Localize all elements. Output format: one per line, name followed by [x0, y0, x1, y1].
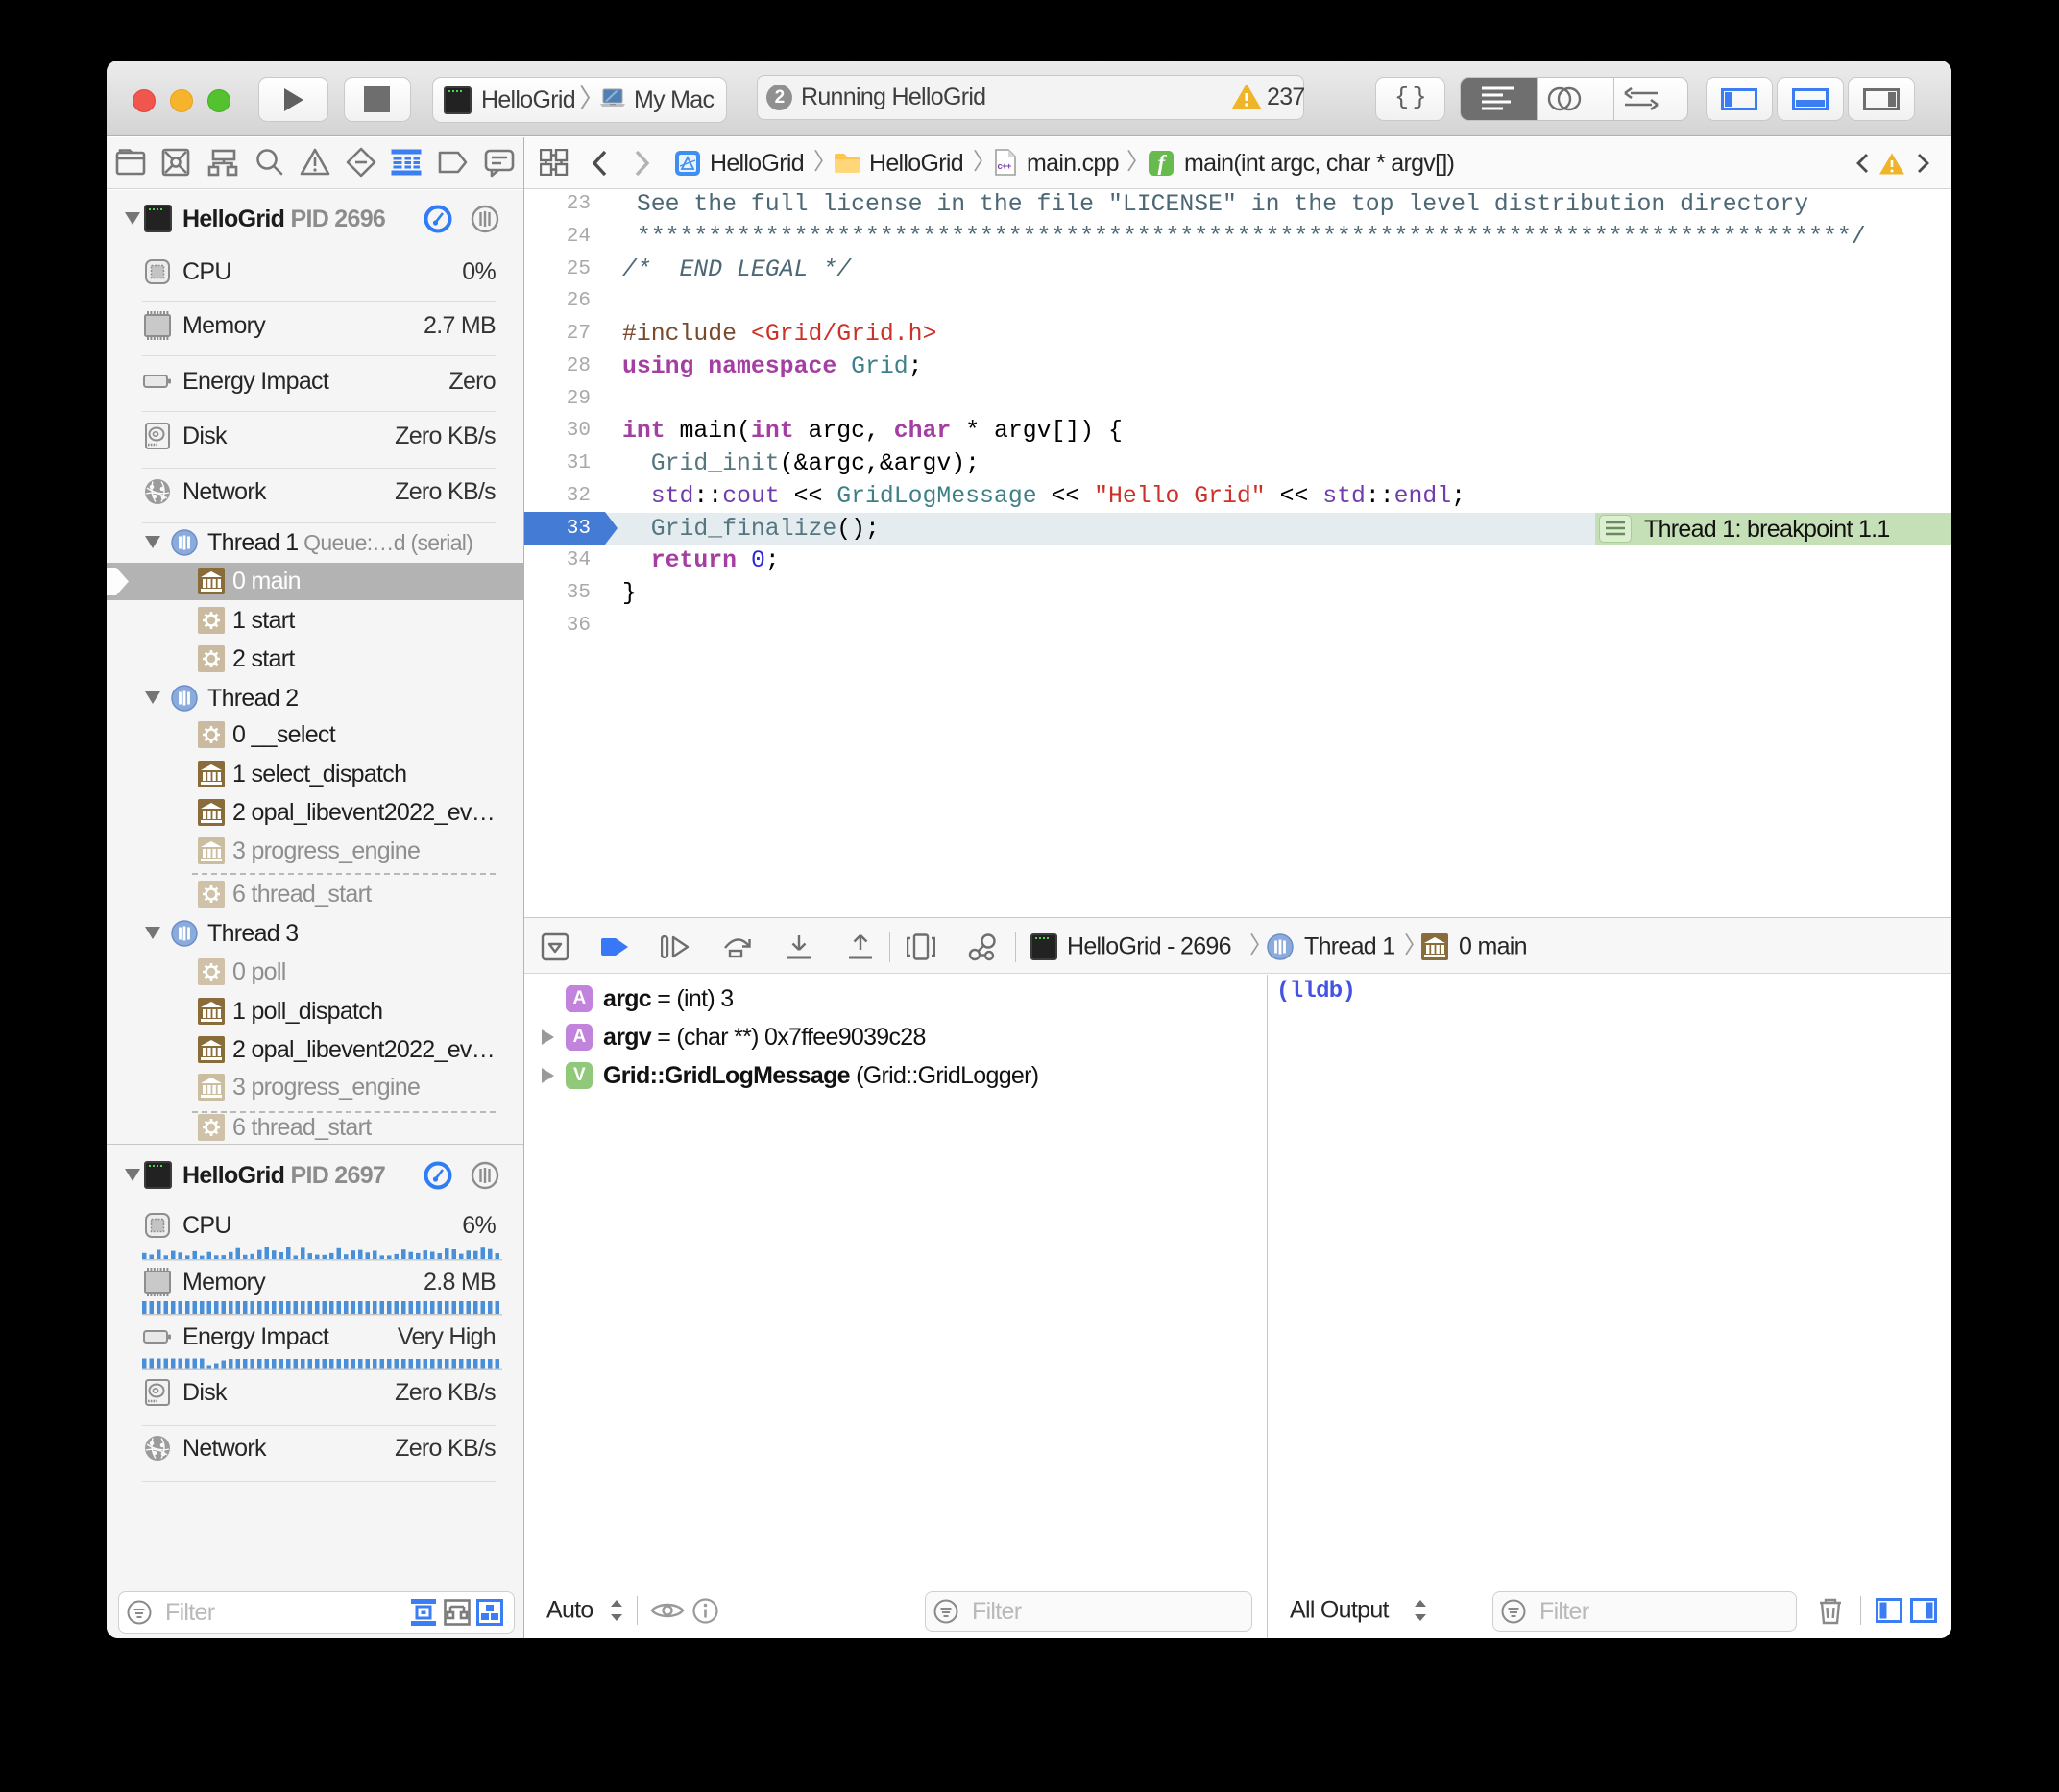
- svg-text:c++: c++: [998, 161, 1012, 172]
